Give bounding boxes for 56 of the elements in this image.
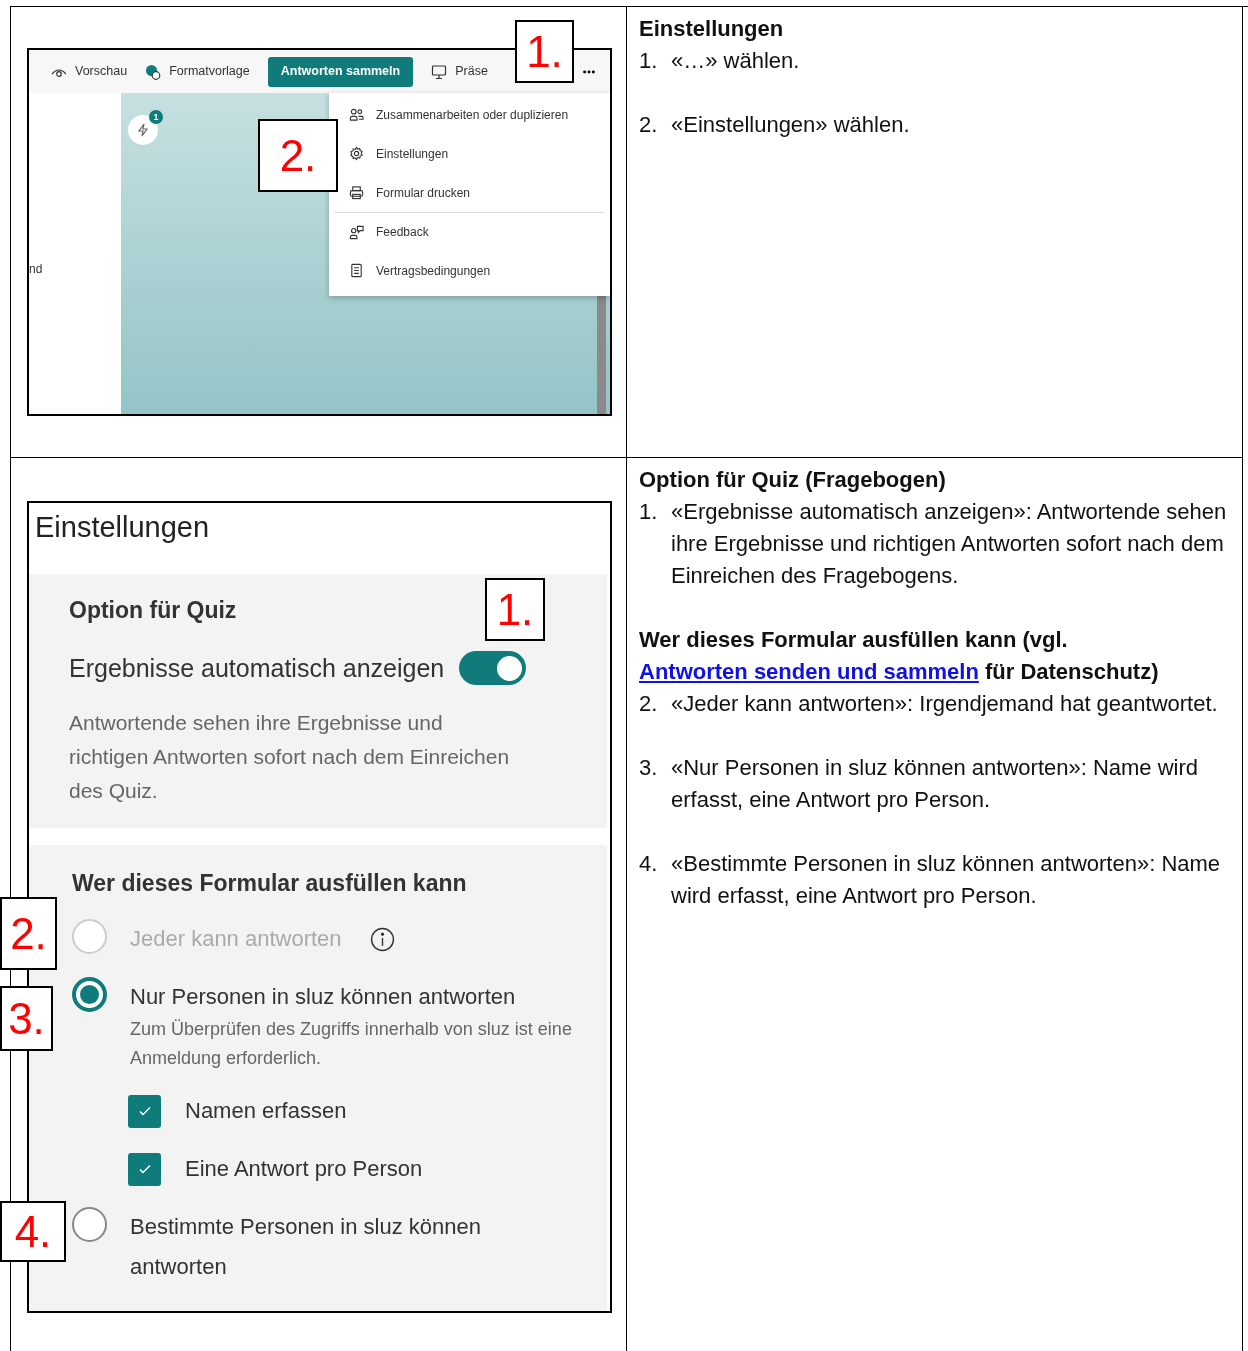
toggle-label: Ergebnisse automatisch anzeigen [69, 653, 445, 684]
option-label: Nur Personen in sluz können antworten [130, 983, 516, 1011]
note-title: Wer dieses Formular ausfüllen kann (vgl. Antworten senden und sammeln für Datenschutz) [639, 626, 1160, 686]
step-number: 3. [639, 754, 659, 782]
partial-text: nd [29, 261, 43, 278]
checkbox-label: Eine Antwort pro Person [185, 1155, 423, 1183]
panel-title: Einstellungen [34, 510, 211, 545]
toolbar-button[interactable]: Vorschau [51, 62, 128, 81]
step-number: 1. [639, 498, 659, 526]
monitor-icon [431, 63, 448, 80]
step-text: «Nur Personen in sluz können antworten»: Name wird erfasst, eine Antwort pro Person. [671, 754, 1200, 814]
section-heading: Wer dieses Formular ausfüllen kann [72, 869, 467, 898]
section-heading: Option für Quiz [69, 596, 237, 625]
step-number: 4. [639, 850, 659, 878]
toolbar-button[interactable]: Präse [431, 62, 488, 81]
document-icon [349, 263, 364, 278]
step-callout: 1. [485, 578, 545, 641]
step-number: 1. [639, 47, 659, 75]
checkbox[interactable] [128, 1152, 161, 1186]
section-description: Antwortende sehen ihre Ergebnisse und richtigen Antworten sofort nach dem Einreichen des Quiz. [69, 710, 511, 804]
settings-icon [349, 146, 364, 161]
step-callout: 2. [258, 119, 338, 192]
step-callout: 3. [0, 986, 53, 1051]
radio-button[interactable] [72, 1207, 107, 1242]
option-description: Zum Überprüfen des Zugriffs innerhalb von sluz ist eine Anmeldung erforderlich. [130, 1018, 573, 1070]
primary-button[interactable]: Antworten sammeln [267, 56, 414, 87]
step-text: «Einstellungen» wählen. [671, 111, 910, 139]
option-label: Bestimmte Personen in sluz können antworten [130, 1213, 482, 1281]
step-text: «…» wählen. [671, 47, 800, 75]
step-text: «Bestimmte Personen in sluz können antworten»: Name wird erfasst, eine Antwort pro Person. [671, 850, 1222, 910]
checkbox-label: Namen erfassen [185, 1097, 347, 1125]
option-label: Jeder kann antworten [130, 925, 342, 953]
lightning-icon [135, 122, 151, 138]
step-callout: 1. [515, 20, 574, 83]
menu-item[interactable]: Vertragsbedingungen [334, 251, 605, 290]
feedback-icon [349, 224, 364, 240]
people-icon [349, 107, 364, 122]
radio-button[interactable] [72, 977, 107, 1012]
step-callout: 2. [0, 897, 57, 970]
link[interactable]: Antworten senden und sammeln [639, 659, 979, 684]
menu-item[interactable]: Feedback [334, 212, 605, 251]
lightning-button[interactable] [128, 115, 158, 145]
printer-icon [349, 185, 364, 200]
step-text: «Jeder kann antworten»: Irgendjemand hat geantwortet. [671, 690, 1218, 718]
scrollbar[interactable] [597, 293, 606, 414]
toggle-switch[interactable] [459, 651, 527, 685]
checkbox[interactable] [128, 1094, 161, 1128]
step-number: 2. [639, 111, 659, 139]
note-title: Einstellungen [639, 15, 785, 43]
theme-icon [145, 63, 162, 80]
step-number: 2. [639, 690, 659, 718]
toolbar-button[interactable]: Formatvorlage [145, 62, 250, 81]
count-badge: 1 [149, 110, 163, 124]
step-text: «Ergebnisse automatisch anzeigen»: Antwortende sehen ihre Ergebnisse und richtigen Antworten sofort nach dem Einreichen des Fragebogens. [671, 498, 1228, 590]
note-title: Option für Quiz (Fragebogen) [639, 466, 947, 494]
step-callout: 4. [0, 1201, 66, 1262]
